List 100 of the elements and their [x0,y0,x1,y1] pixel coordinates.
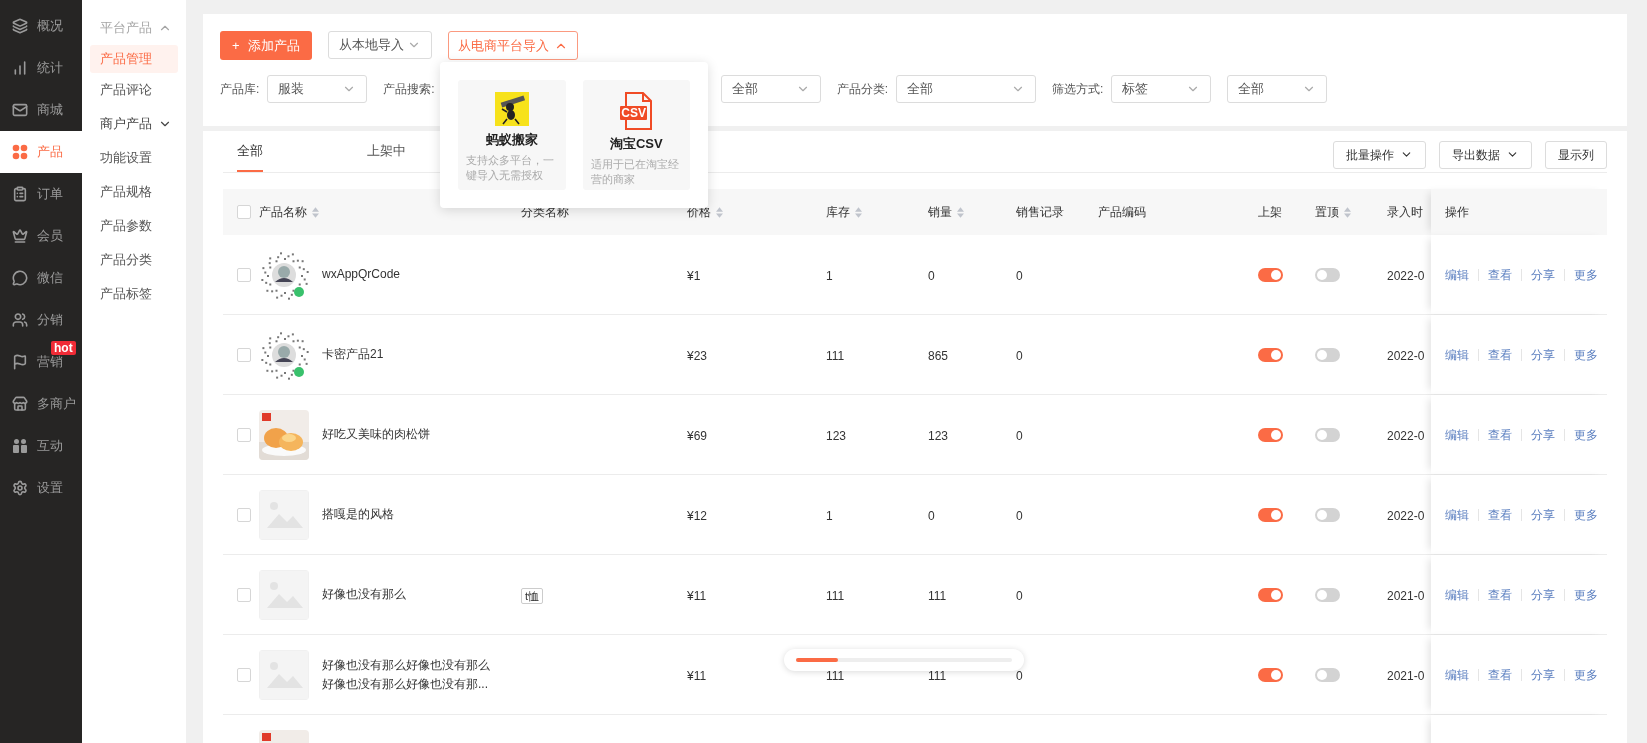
toggle-switch[interactable] [1315,347,1340,362]
select-field[interactable]: 全部 [1227,75,1328,103]
sidebar-item[interactable]: 多商户 [0,383,82,425]
toggle-switch[interactable] [1258,427,1283,442]
table-action-button[interactable]: 导出数据 [1439,140,1532,169]
action-link[interactable]: 分享 [1531,665,1555,684]
action-link[interactable]: 更多 [1574,585,1598,604]
sort-icon[interactable] [855,206,862,218]
sidebar-item[interactable]: 统计 [0,47,82,89]
toggle-switch[interactable] [1315,667,1340,682]
sidebar-item[interactable]: 订单 [0,173,82,215]
submenu-item[interactable]: 产品标签 [90,280,178,308]
sort-icon[interactable] [312,206,319,218]
table-cell: 0 [1016,588,1023,603]
action-link[interactable]: 更多 [1574,505,1598,524]
sidebar-item[interactable]: 会员 [0,215,82,257]
submenu-item[interactable]: 产品评论 [90,76,178,104]
submenu-item[interactable]: 产品参数 [90,212,178,240]
filter-label: 产品库: [220,81,260,98]
product-name: 搭嘎是的风格 [322,506,395,523]
action-link[interactable]: 查看 [1488,345,1512,364]
table-cell: 2021-0 [1387,588,1425,603]
action-link[interactable]: 编辑 [1445,345,1469,364]
action-link[interactable]: 分享 [1531,585,1555,604]
checkbox[interactable] [237,347,251,362]
action-link[interactable]: 查看 [1488,665,1512,684]
table-cell: 111 [826,588,845,603]
sidebar-item[interactable]: 概况 [0,5,82,47]
flag-icon [12,354,28,370]
checkbox[interactable] [237,667,251,682]
checkbox[interactable] [237,507,251,522]
action-link[interactable]: 查看 [1488,585,1512,604]
table-cell: ¥23 [687,348,708,363]
action-link[interactable]: 更多 [1574,425,1598,444]
sidebar-item[interactable]: 商城 [0,89,82,131]
action-link[interactable]: 更多 [1574,665,1598,684]
column-header: 销量 [928,204,952,221]
action-link[interactable]: 编辑 [1445,425,1469,444]
action-link[interactable]: 编辑 [1445,505,1469,524]
sort-icon[interactable] [1344,206,1351,218]
select-field[interactable]: 全部 [720,75,821,103]
sidebar-item[interactable]: 分销 [0,299,82,341]
action-link[interactable]: 编辑 [1445,585,1469,604]
tab[interactable]: 上架中 [367,140,406,172]
column-header: 产品编码 [1098,204,1146,221]
sidebar-item[interactable]: hot 营销 [0,341,82,383]
toggle-switch[interactable] [1258,347,1283,362]
action-link[interactable]: 分享 [1531,425,1555,444]
action-link[interactable]: 分享 [1531,265,1555,284]
table-action-button[interactable]: 批量操作 [1333,140,1426,169]
tab[interactable]: 全部 [237,140,263,172]
sidebar-item[interactable]: 产品 [0,131,82,173]
sort-icon[interactable] [957,206,964,218]
add-product-button[interactable]: + 添加产品 [220,31,312,60]
platform-import-dropdown[interactable]: 从电商平台导入 [447,31,578,60]
submenu-item[interactable]: 产品分类 [90,246,178,274]
checkbox[interactable] [237,267,251,282]
table-action-button[interactable]: 显示列 [1545,140,1607,169]
toggle-switch[interactable] [1315,507,1340,522]
table-cell: 111 [928,668,947,683]
submenu-group[interactable]: 商户产品 [90,110,178,138]
select-field[interactable]: 全部 [896,75,1037,103]
import-option[interactable]: CSV 淘宝CSV 适用于已在淘宝经营的商家 [582,80,690,190]
sidebar-item[interactable]: 设置 [0,467,82,509]
sort-icon[interactable] [716,206,723,218]
action-link[interactable]: 查看 [1488,425,1512,444]
local-import-dropdown[interactable]: 从本地导入 [327,31,432,59]
toggle-switch[interactable] [1315,427,1340,442]
select-field[interactable]: 标签 [1111,75,1212,103]
action-link[interactable]: 更多 [1574,345,1598,364]
table-cell: 123 [928,428,949,443]
checkbox[interactable] [237,205,251,219]
toggle-switch[interactable] [1315,587,1340,602]
submenu-item[interactable]: 产品规格 [90,178,178,206]
sidebar-item[interactable]: 互动 [0,425,82,467]
action-link[interactable]: 分享 [1531,345,1555,364]
toggle-switch[interactable] [1258,667,1283,682]
action-link[interactable]: 查看 [1488,265,1512,284]
users-icon [12,312,28,328]
action-link[interactable]: 查看 [1488,505,1512,524]
toggle-switch[interactable] [1258,267,1283,282]
checkbox[interactable] [237,427,251,442]
toggle-switch[interactable] [1315,267,1340,282]
action-link[interactable]: 编辑 [1445,265,1469,284]
toggle-switch[interactable] [1258,507,1283,522]
select-field[interactable]: 服装 [267,75,368,103]
toggle-switch[interactable] [1258,587,1283,602]
people-icon [12,438,28,454]
horizontal-scrollbar[interactable] [784,649,1024,671]
table-cell: ¥11 [687,668,707,683]
sidebar-item[interactable]: 微信 [0,257,82,299]
action-link[interactable]: 更多 [1574,265,1598,284]
layers-icon [12,18,28,34]
checkbox[interactable] [237,587,251,602]
submenu-item[interactable]: 功能设置 [90,144,178,172]
filter-label: 产品搜索: [383,81,435,98]
table-cell: ¥11 [687,588,707,603]
sidebar-label: 互动 [37,437,63,456]
action-link[interactable]: 分享 [1531,505,1555,524]
action-link[interactable]: 编辑 [1445,665,1469,684]
